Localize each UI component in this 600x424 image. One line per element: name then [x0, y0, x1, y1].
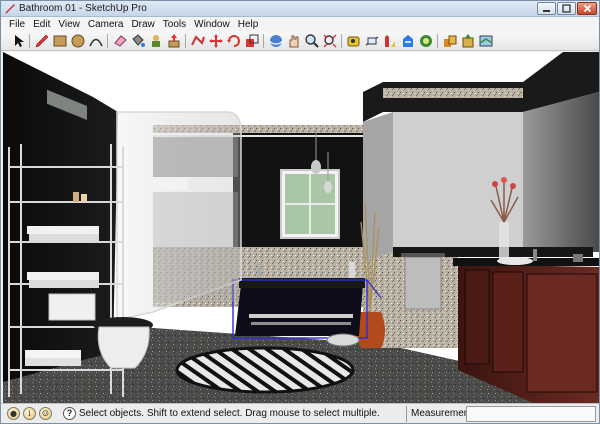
menu-draw[interactable]: Draw: [127, 19, 158, 30]
credits-icon[interactable]: i: [23, 407, 36, 420]
text-tool-icon[interactable]: [400, 33, 416, 49]
geo-location-icon[interactable]: ●: [7, 407, 20, 420]
toolbar-separator: [341, 34, 342, 48]
user-icon[interactable]: ☺: [39, 407, 52, 420]
tape-measure-icon[interactable]: [346, 33, 362, 49]
circle-icon[interactable]: [70, 33, 86, 49]
rotate-icon[interactable]: [226, 33, 242, 49]
menu-bar: File Edit View Camera Draw Tools Window …: [1, 17, 599, 31]
maximize-icon: [562, 4, 571, 13]
status-message: Select objects. Shift to extend select. …: [79, 408, 380, 419]
dimension-icon[interactable]: [364, 33, 380, 49]
arc-icon[interactable]: [88, 33, 104, 49]
window-title: Bathroom 01 - SketchUp Pro: [19, 3, 147, 14]
menu-camera[interactable]: Camera: [84, 19, 128, 30]
orbit-icon[interactable]: [268, 33, 284, 49]
main-toolbar: [1, 31, 599, 51]
menu-help[interactable]: Help: [234, 19, 263, 30]
minimize-icon: [543, 10, 550, 12]
toolbar-separator: [437, 34, 438, 48]
share-model-icon[interactable]: [460, 33, 476, 49]
toolbar-separator: [185, 34, 186, 48]
protractor-icon[interactable]: [382, 33, 398, 49]
menu-tools[interactable]: Tools: [159, 19, 190, 30]
status-bar: ● i ☺ ? Select objects. Shift to extend …: [1, 403, 599, 423]
sketchup-app-icon: [5, 4, 15, 14]
menu-view[interactable]: View: [54, 19, 84, 30]
rectangle-icon[interactable]: [52, 33, 68, 49]
close-icon: [583, 4, 591, 13]
move-icon[interactable]: [208, 33, 224, 49]
bathroom-3d-scene: [3, 52, 599, 403]
app-window: Bathroom 01 - SketchUp Pro File Edit Vie…: [0, 0, 600, 424]
zoom-extents-icon[interactable]: [322, 33, 338, 49]
axes-icon[interactable]: [418, 33, 434, 49]
model-viewport[interactable]: [3, 52, 599, 403]
eraser-icon[interactable]: [112, 33, 128, 49]
get-models-icon[interactable]: [442, 33, 458, 49]
menu-edit[interactable]: Edit: [29, 19, 54, 30]
maximize-button[interactable]: [557, 2, 576, 15]
make-component-icon[interactable]: [148, 33, 164, 49]
styles-icon[interactable]: [478, 33, 494, 49]
title-bar: Bathroom 01 - SketchUp Pro: [1, 1, 599, 17]
follow-me-icon[interactable]: [190, 33, 206, 49]
help-icon[interactable]: ?: [63, 407, 76, 420]
paint-bucket-icon[interactable]: [130, 33, 146, 49]
toolbar-separator: [263, 34, 264, 48]
menu-file[interactable]: File: [5, 19, 29, 30]
pan-icon[interactable]: [286, 33, 302, 49]
close-button[interactable]: [577, 2, 597, 15]
menu-window[interactable]: Window: [190, 19, 234, 30]
status-divider: [406, 406, 407, 422]
minimize-button[interactable]: [537, 2, 556, 15]
scale-icon[interactable]: [244, 33, 260, 49]
measurements-input[interactable]: [466, 406, 596, 422]
pencil-icon[interactable]: [34, 33, 50, 49]
select-tool-icon[interactable]: [11, 33, 27, 49]
toolbar-separator: [107, 34, 108, 48]
zoom-icon[interactable]: [304, 33, 320, 49]
push-pull-icon[interactable]: [166, 33, 182, 49]
toolbar-separator: [29, 34, 30, 48]
